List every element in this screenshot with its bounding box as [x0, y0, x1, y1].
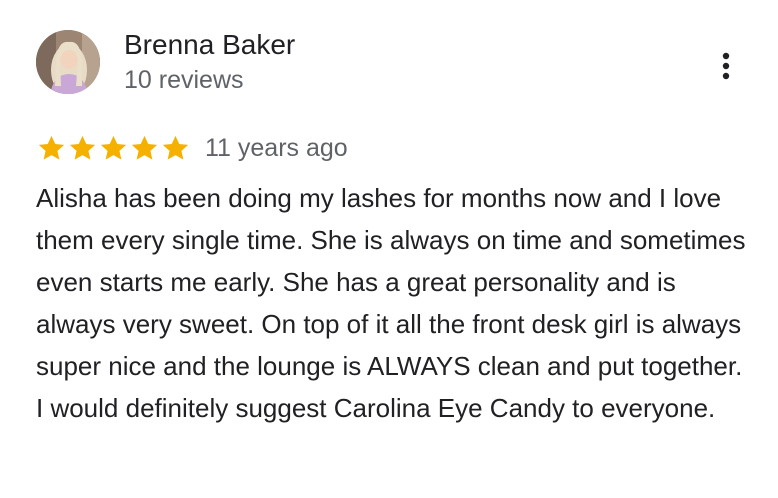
star-icon [100, 135, 127, 160]
review-card: Brenna Baker 10 reviews 11 years ago Ali… [0, 0, 778, 498]
more-options-button[interactable] [708, 48, 744, 84]
star-icon [131, 135, 158, 160]
review-count: 10 reviews [124, 66, 244, 94]
star-icon [38, 135, 65, 160]
star-icon [162, 135, 189, 160]
reviewer-name[interactable]: Brenna Baker [124, 27, 295, 63]
avatar[interactable] [36, 30, 100, 94]
more-vert-icon [722, 52, 730, 80]
star-icon [69, 135, 96, 160]
rating-row: 11 years ago [36, 130, 348, 166]
profile-photo-icon [36, 30, 100, 94]
review-text: Alisha has been doing my lashes for mont… [36, 183, 746, 423]
review-date: 11 years ago [205, 134, 348, 162]
star-rating [36, 133, 191, 164]
